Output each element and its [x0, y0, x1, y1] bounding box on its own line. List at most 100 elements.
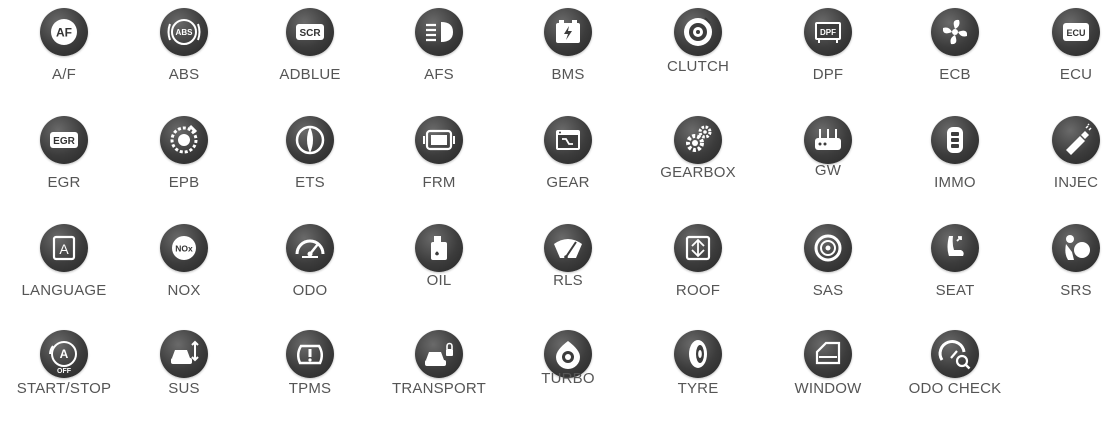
function-label: GEAR	[546, 174, 590, 191]
function-label: CLUTCH	[666, 58, 730, 75]
function-label: ODO	[292, 282, 328, 299]
gearbox-icon	[674, 116, 722, 164]
function-tile-dpf[interactable]: DPF DPF	[768, 8, 888, 108]
function-label: SAS	[812, 282, 844, 299]
function-label: OIL	[426, 272, 452, 289]
odo-check-icon	[931, 330, 979, 378]
function-label: ADBLUE	[279, 66, 341, 83]
function-tile-epb[interactable]: EPB	[124, 116, 244, 216]
svg-text:OFF: OFF	[57, 368, 72, 375]
function-tile-seat[interactable]: SEAT	[895, 224, 1015, 324]
battery-icon	[544, 8, 592, 56]
function-label: NOX	[167, 282, 201, 299]
function-tile-sus[interactable]: SUS	[124, 330, 244, 430]
function-label: ROOF	[675, 282, 721, 299]
suspension-icon	[160, 330, 208, 378]
airbag-icon	[1052, 224, 1100, 272]
function-tile-odo[interactable]: ODO	[250, 224, 370, 324]
wiper-icon	[544, 224, 592, 272]
function-tile-frm[interactable]: FRM	[379, 116, 499, 216]
svg-text:A: A	[60, 347, 69, 361]
function-label: DPF	[812, 66, 844, 83]
function-tile-turbo[interactable]: TURBO	[508, 330, 628, 430]
abs-icon: ABS	[160, 8, 208, 56]
function-label: EGR	[47, 174, 81, 191]
svg-text:SCR: SCR	[299, 28, 321, 39]
function-tile-tyre[interactable]: TYRE	[638, 330, 758, 430]
function-tile-abs[interactable]: ABS ABS	[124, 8, 244, 108]
function-label: LANGUAGE	[21, 282, 107, 299]
function-tile-afs[interactable]: AFS	[379, 8, 499, 108]
nox-icon: NOx	[160, 224, 208, 272]
function-label: ODO CHECK	[908, 380, 1002, 397]
tyre-icon	[674, 330, 722, 378]
ecu-icon: ECU	[1052, 8, 1100, 56]
function-tile-transport[interactable]: TRANSPORT	[379, 330, 499, 430]
gateway-icon	[804, 116, 852, 164]
function-tile-srs[interactable]: SRS	[1016, 224, 1116, 324]
transport-icon	[415, 330, 463, 378]
function-tile-ecb[interactable]: ECB	[895, 8, 1015, 108]
function-tile-gearbox[interactable]: GEARBOX	[638, 116, 758, 216]
function-tile-start-stop[interactable]: A OFF START/STOP	[4, 330, 124, 430]
seat-icon	[931, 224, 979, 272]
function-tile-immo[interactable]: IMMO	[895, 116, 1015, 216]
function-tile-adblue[interactable]: SCR ADBLUE	[250, 8, 370, 108]
throttle-icon	[286, 116, 334, 164]
function-tile-clutch[interactable]: CLUTCH	[638, 8, 758, 108]
function-label: EPB	[168, 174, 200, 191]
function-label: START/STOP	[16, 380, 112, 397]
function-tile-a-f[interactable]: AF A/F	[4, 8, 124, 108]
function-label: SUS	[168, 380, 200, 397]
function-label: AFS	[424, 66, 454, 83]
function-tile-odo-check[interactable]: ODO CHECK	[895, 330, 1015, 430]
function-tile-oil[interactable]: OIL	[379, 224, 499, 324]
parking-brake-icon	[160, 116, 208, 164]
function-label: RLS	[553, 272, 583, 289]
function-tile-ecu[interactable]: ECU ECU	[1016, 8, 1116, 108]
headlight-icon	[415, 8, 463, 56]
module-icon	[415, 116, 463, 164]
scr-icon: SCR	[286, 8, 334, 56]
function-label: IMMO	[934, 174, 976, 191]
clutch-icon	[674, 8, 722, 56]
start-stop-icon: A OFF	[40, 330, 88, 378]
function-tile-bms[interactable]: BMS	[508, 8, 628, 108]
language-icon: A	[40, 224, 88, 272]
function-tile-roof[interactable]: ROOF	[638, 224, 758, 324]
function-tile-gw[interactable]: GW	[768, 116, 888, 216]
function-label: TURBO	[541, 370, 595, 387]
function-label: INJEC	[1053, 174, 1099, 191]
function-label: TRANSPORT	[391, 380, 487, 397]
injector-icon	[1052, 116, 1100, 164]
function-tile-rls[interactable]: RLS	[508, 224, 628, 324]
tpms-icon	[286, 330, 334, 378]
function-tile-nox[interactable]: NOx NOX	[124, 224, 244, 324]
function-tile-window[interactable]: WINDOW	[768, 330, 888, 430]
gear-screen-icon	[544, 116, 592, 164]
speedometer-icon	[286, 224, 334, 272]
dpf-icon: DPF	[804, 8, 852, 56]
function-label: TYRE	[677, 380, 719, 397]
function-grid: AF A/F ABS ABS SCR ADBLUE AFS BMS CLUTCH DPF DPF EC…	[0, 0, 1116, 408]
function-tile-tpms[interactable]: TPMS	[250, 330, 370, 430]
function-label: ECU	[1059, 66, 1093, 83]
function-label: ETS	[295, 174, 325, 191]
svg-text:A: A	[59, 241, 69, 257]
svg-text:EGR: EGR	[53, 136, 75, 147]
function-label: A/F	[52, 66, 76, 83]
svg-text:NOx: NOx	[175, 244, 193, 254]
function-label: WINDOW	[794, 380, 862, 397]
svg-text:ABS: ABS	[176, 28, 194, 37]
fan-icon	[931, 8, 979, 56]
function-tile-egr[interactable]: EGR EGR	[4, 116, 124, 216]
function-tile-gear[interactable]: GEAR	[508, 116, 628, 216]
function-label: ABS	[168, 66, 200, 83]
function-label: SRS	[1060, 282, 1092, 299]
function-tile-language[interactable]: A LANGUAGE	[4, 224, 124, 324]
function-tile-injec[interactable]: INJEC	[1016, 116, 1116, 216]
function-label: TPMS	[288, 380, 332, 397]
function-tile-sas[interactable]: SAS	[768, 224, 888, 324]
function-tile-ets[interactable]: ETS	[250, 116, 370, 216]
af-icon-text: AF	[56, 26, 72, 40]
